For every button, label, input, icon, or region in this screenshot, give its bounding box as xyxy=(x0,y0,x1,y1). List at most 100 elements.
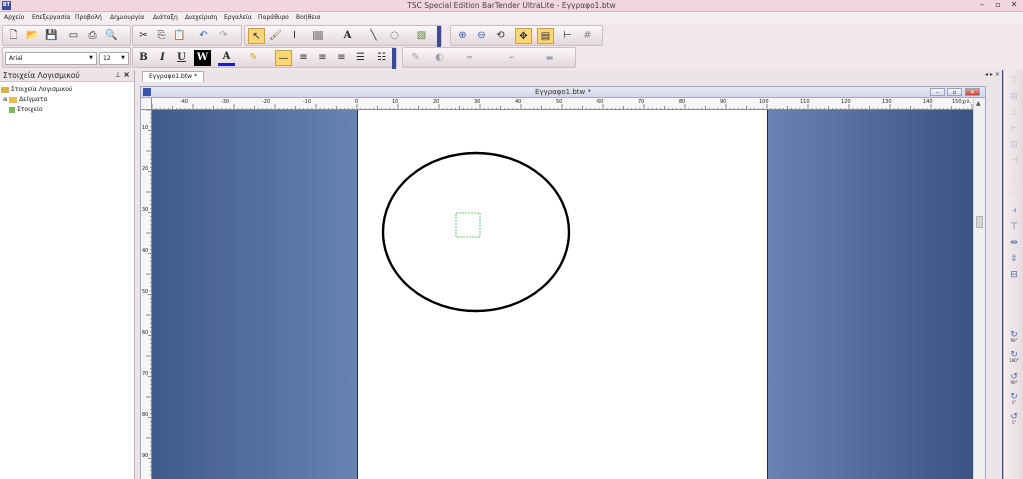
scroll-thumb[interactable] xyxy=(976,216,983,228)
align-none-icon[interactable]: — xyxy=(275,50,292,66)
print-icon[interactable]: ⎙ xyxy=(84,28,101,44)
menu-view[interactable]: Προβολή xyxy=(75,14,102,21)
format-painter-icon[interactable]: 🖌 xyxy=(267,28,284,44)
paragraph-spacing-icon[interactable]: ☷ xyxy=(373,50,390,66)
menu-create[interactable]: Δημιουργία xyxy=(110,14,144,21)
font-name-combo[interactable]: Arial ▼ xyxy=(5,52,97,65)
menu-file[interactable]: Αρχείο xyxy=(4,14,24,21)
page-setup-icon[interactable]: ▭ xyxy=(65,28,82,44)
zoom-in-icon[interactable]: ⊕ xyxy=(454,28,471,44)
tree-node-root[interactable]: Στοιχεία Λογισμικού xyxy=(1,86,72,93)
line-color-icon[interactable]: ✎ xyxy=(407,50,424,66)
menu-arrange[interactable]: Διάταξη xyxy=(153,14,178,21)
align-justify-icon[interactable]: ☰ xyxy=(352,50,369,66)
align-top-icon[interactable]: ⊤ xyxy=(1006,74,1022,88)
reverse-text-icon[interactable]: W xyxy=(194,50,211,66)
line-thickness-icon[interactable]: ═ xyxy=(461,50,478,66)
align-center-icon[interactable]: ≡ xyxy=(314,50,331,66)
redo-icon[interactable]: ↷ xyxy=(215,28,232,44)
tree-node-item[interactable]: Στοιχείο xyxy=(9,106,43,113)
vertical-ruler[interactable]: 10 20 30 40 50 60 70 80 90 xyxy=(141,110,152,479)
label-view-icon[interactable]: ▤ xyxy=(537,28,554,44)
align-left-edge-icon[interactable]: ⊢ xyxy=(1006,122,1022,136)
rotate-cw-1-icon[interactable]: ↻ 1° xyxy=(1006,390,1022,405)
text-cursor-icon[interactable]: I xyxy=(286,28,303,44)
tab-nav-arrows[interactable]: ◂ ▸ × xyxy=(985,71,1000,78)
label-page[interactable] xyxy=(357,110,768,479)
toolbar-grip[interactable] xyxy=(392,48,396,69)
print-preview-icon[interactable]: 🔍 xyxy=(103,28,120,44)
paste-icon[interactable]: 📋 xyxy=(171,28,188,44)
cut-icon[interactable]: ✂ xyxy=(135,28,152,44)
document-tab[interactable]: Εγγραφο1.btw * xyxy=(142,71,204,82)
grid-icon[interactable]: # xyxy=(579,28,596,44)
align-right-icon[interactable]: ≡ xyxy=(333,50,350,66)
zoom-page-icon[interactable]: ⟲ xyxy=(492,28,509,44)
new-document-icon[interactable]: 🗋 xyxy=(5,28,22,44)
minimize-button[interactable]: – xyxy=(975,0,989,10)
align-middle-icon[interactable]: ⊞ xyxy=(1006,90,1022,104)
maximize-button[interactable]: ▫ xyxy=(991,0,1005,10)
space-horizontal-icon[interactable]: ⇹ xyxy=(1006,236,1022,250)
make-same-size-icon[interactable]: ⊟ xyxy=(1006,268,1022,282)
bold-icon[interactable]: B xyxy=(135,50,152,66)
vertical-scrollbar[interactable]: ▲ xyxy=(973,98,985,479)
doc-restore-button[interactable]: ▫ xyxy=(947,88,962,96)
text-tool-icon[interactable]: A xyxy=(339,28,356,44)
align-center-v-icon[interactable]: ⊟ xyxy=(1006,138,1022,152)
scroll-up-icon[interactable]: ▲ xyxy=(976,100,981,107)
dropdown-arrow-icon[interactable]: ▼ xyxy=(119,53,127,64)
font-color-icon[interactable]: A xyxy=(218,50,235,66)
menu-administer[interactable]: Διαχείριση xyxy=(185,14,217,21)
align-right-edge-icon[interactable]: ⊣ xyxy=(1006,154,1022,168)
horizontal-ruler[interactable]: -40 -30 -20 -10 0 10 20 30 40 50 60 70 8… xyxy=(152,98,974,110)
pin-icon[interactable]: ⊥ xyxy=(115,71,121,79)
copy-icon[interactable]: ⎘ xyxy=(153,28,170,44)
barcode-tool-icon[interactable]: ||||| xyxy=(309,28,326,44)
menu-window[interactable]: Παράθυρο xyxy=(258,14,289,21)
fill-style-icon[interactable]: ▬ xyxy=(541,50,558,66)
zoom-out-icon[interactable]: ⊖ xyxy=(473,28,490,44)
doc-minimize-button[interactable]: – xyxy=(930,88,945,96)
rotate-ccw-90-icon[interactable]: ↺ 90° xyxy=(1006,370,1022,385)
save-icon[interactable]: 💾 xyxy=(43,28,60,44)
rotate-ccw-1-icon[interactable]: ↺ 1° xyxy=(1006,410,1022,425)
ellipse-shape[interactable] xyxy=(381,151,571,313)
line-style-icon[interactable]: ┅ xyxy=(503,50,520,66)
toolbar-grip[interactable] xyxy=(437,26,441,47)
rotate-180-icon[interactable]: ↻ 180° xyxy=(1006,348,1022,363)
fill-color-icon[interactable]: ◐ xyxy=(431,50,448,66)
space-vertical-icon[interactable]: ⇳ xyxy=(1006,252,1022,266)
center-vertical-icon[interactable]: ⊤ xyxy=(1006,220,1022,234)
rotate-cw-90-icon[interactable]: ↻ 90° xyxy=(1006,328,1022,343)
menu-tools[interactable]: Εργαλεία xyxy=(224,14,252,21)
underline-icon[interactable]: U xyxy=(173,50,190,66)
expand-icon[interactable]: ⊞ xyxy=(3,97,7,103)
menu-edit[interactable]: Επεξεργασία xyxy=(32,14,70,21)
dropdown-arrow-icon[interactable]: ▼ xyxy=(87,53,95,64)
undo-icon[interactable]: ↶ xyxy=(195,28,212,44)
distribute-h-icon[interactable]: ⋮ xyxy=(1006,170,1022,184)
picture-tool-icon[interactable]: ▧ xyxy=(413,28,430,44)
design-canvas[interactable] xyxy=(152,110,974,479)
line-tool-icon[interactable]: ╲ xyxy=(365,28,382,44)
align-tool-icon[interactable]: ⊢ xyxy=(559,28,576,44)
highlight-color-icon[interactable]: ✎ xyxy=(245,50,262,66)
align-bottom-icon[interactable]: ⊥ xyxy=(1006,106,1022,120)
distribute-v-icon[interactable]: ⋯ xyxy=(1006,186,1022,200)
selection-box[interactable] xyxy=(455,212,481,238)
close-button[interactable]: ✕ xyxy=(1007,0,1021,10)
pointer-tool-icon[interactable]: ↖ xyxy=(248,28,265,44)
menu-help[interactable]: Βοήθεια xyxy=(296,14,321,21)
panel-close-icon[interactable]: × xyxy=(123,70,130,79)
align-left-icon[interactable]: ≡ xyxy=(295,50,312,66)
tree-node-samples[interactable]: ⊞ Δείγματα xyxy=(3,96,47,103)
center-horizontal-icon[interactable]: ⫞ xyxy=(1006,204,1022,218)
fit-to-window-icon[interactable]: ✥ xyxy=(515,28,532,44)
ruler-label: 90 xyxy=(720,99,727,105)
doc-close-button[interactable]: ✕ xyxy=(965,88,980,96)
open-folder-icon[interactable]: 📂 xyxy=(24,28,41,44)
italic-icon[interactable]: I xyxy=(154,50,171,66)
shape-tool-icon[interactable]: ◌ xyxy=(386,28,403,44)
font-size-combo[interactable]: 12 ▼ xyxy=(99,52,129,65)
